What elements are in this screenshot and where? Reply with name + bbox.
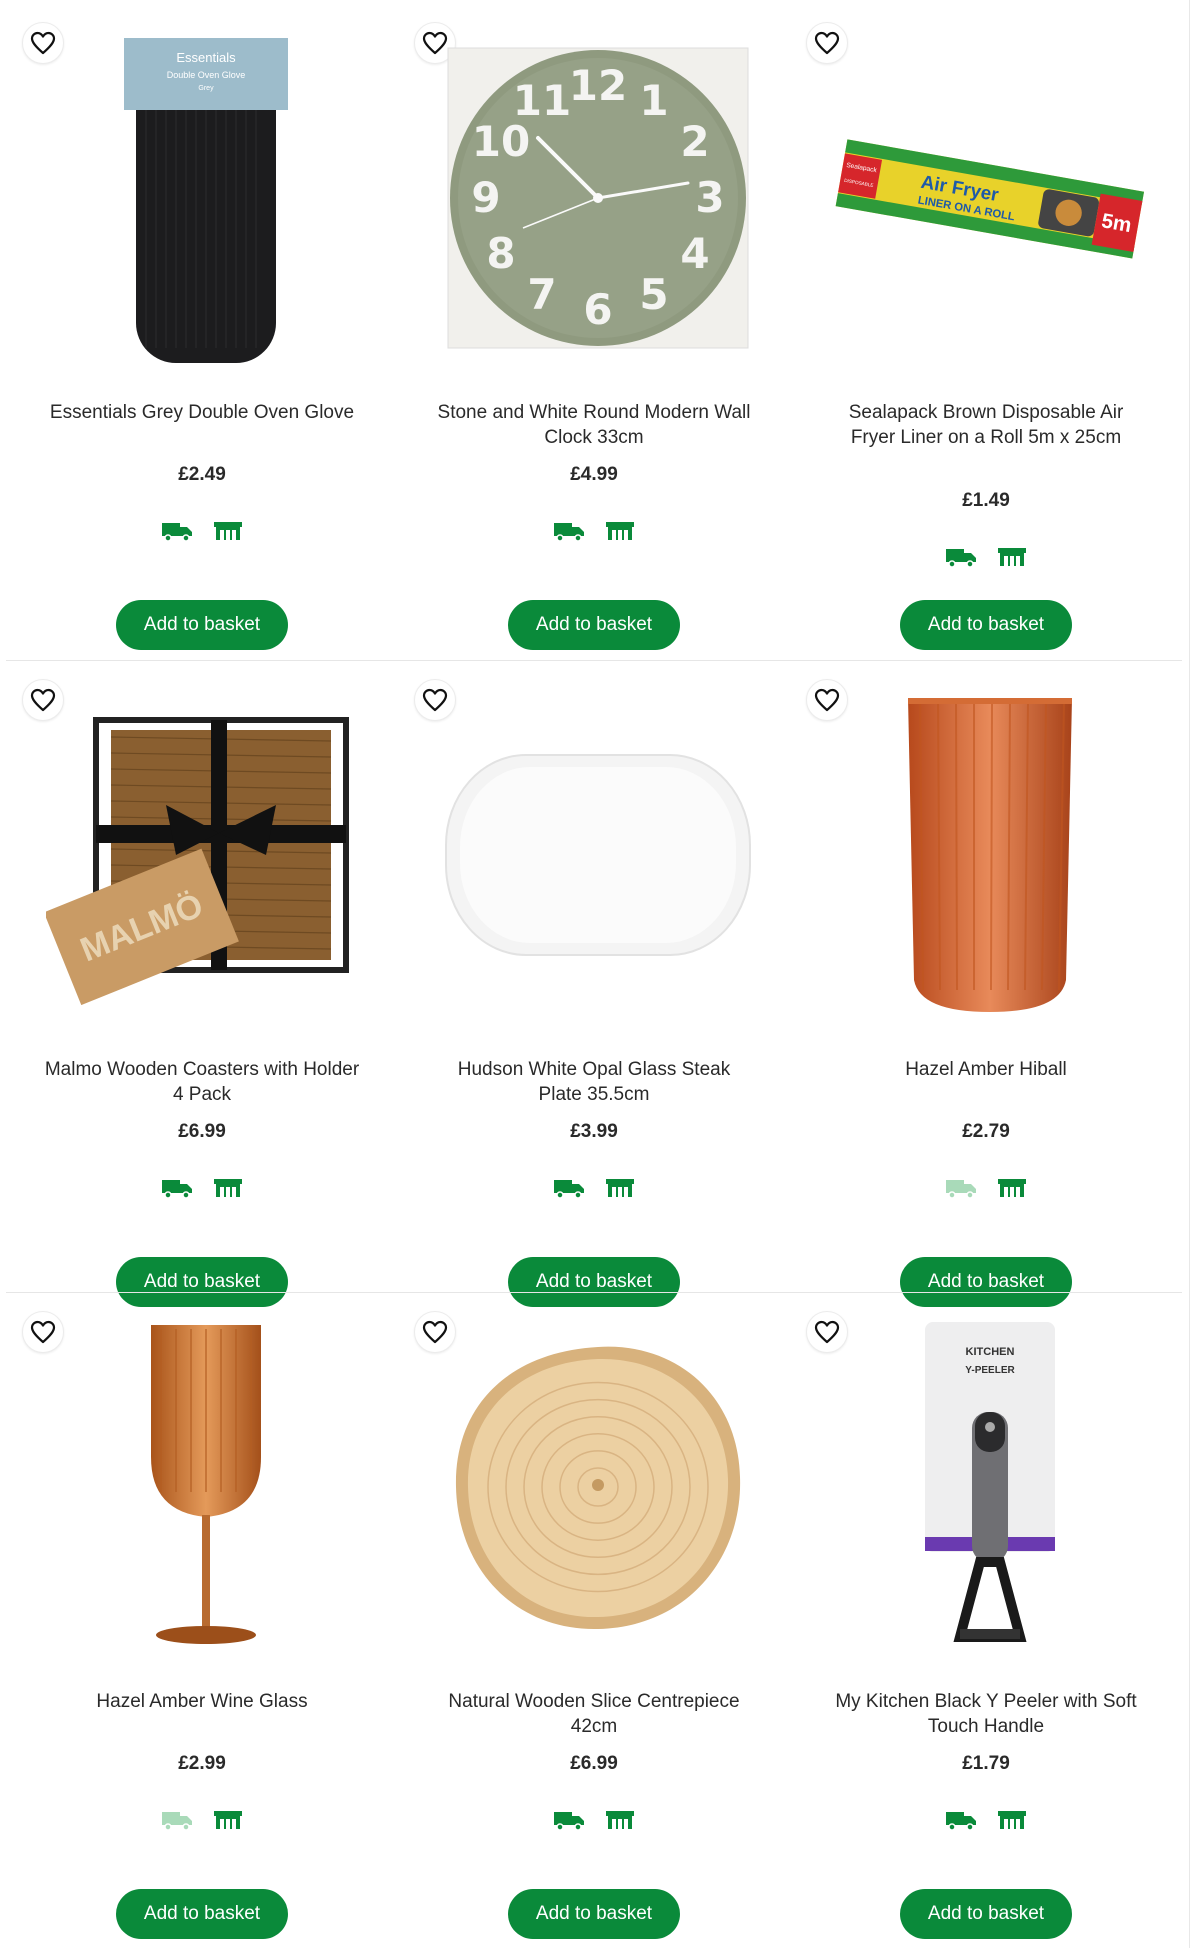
product-card[interactable]: Natural Wooden Slice Centrepiece 42cm £6.…	[398, 1297, 790, 1939]
product-title[interactable]: Hazel Amber Wine Glass	[42, 1689, 362, 1714]
add-to-basket-button[interactable]: Add to basket	[116, 600, 288, 650]
product-price: £4.99	[570, 464, 618, 485]
add-to-basket-button[interactable]: Add to basket	[900, 1889, 1072, 1939]
product-title[interactable]: Natural Wooden Slice Centrepiece 42cm	[434, 1689, 754, 1739]
product-title[interactable]: Malmo Wooden Coasters with Holder 4 Pack	[42, 1057, 362, 1107]
store-collection-icon	[605, 1177, 635, 1199]
product-row: Hazel Amber Wine Glass £2.99 Add to basket…	[6, 1297, 1182, 1939]
svg-text:11: 11	[513, 76, 571, 125]
store-collection-icon	[605, 520, 635, 542]
product-card[interactable]: Hazel Amber Wine Glass £2.99 Add to basket	[6, 1297, 398, 1939]
fulfilment-icons	[398, 520, 790, 542]
peeler-brand-text: KITCHEN	[966, 1346, 1015, 1358]
product-title[interactable]: Stone and White Round Modern Wall Clock …	[434, 400, 754, 450]
store-collection-icon	[997, 546, 1027, 568]
product-title[interactable]: My Kitchen Black Y Peeler with Soft Touc…	[826, 1689, 1146, 1739]
store-collection-icon	[605, 1809, 635, 1831]
svg-text:Grey: Grey	[198, 85, 214, 92]
product-card[interactable]: Hazel Amber Hiball £2.79 Add to basket	[790, 665, 1182, 1307]
product-row: Essentials Double Oven Glove Grey Essential…	[6, 8, 1182, 650]
product-price: £1.49	[962, 490, 1010, 511]
svg-text:1: 1	[639, 76, 668, 125]
product-price: £2.49	[178, 464, 226, 485]
add-to-basket-button[interactable]: Add to basket	[900, 600, 1072, 650]
fulfilment-icons	[790, 546, 1182, 568]
fulfilment-icons	[790, 1177, 1182, 1199]
product-price: £6.99	[570, 1753, 618, 1774]
product-title[interactable]: Hudson White Opal Glass Steak Plate 35.5…	[434, 1057, 754, 1107]
home-delivery-icon	[553, 520, 585, 542]
product-price: £6.99	[178, 1121, 226, 1142]
svg-text:Y-PEELER: Y-PEELER	[965, 1365, 1015, 1376]
home-delivery-icon	[945, 546, 977, 568]
product-image-wooden-slice[interactable]	[438, 1317, 758, 1657]
product-card[interactable]: MALMÖ Malmo Wooden Coasters with Holder 4…	[6, 665, 398, 1307]
product-row: MALMÖ Malmo Wooden Coasters with Holder 4…	[6, 665, 1182, 1307]
page-edge	[1189, 0, 1200, 1948]
home-delivery-icon	[945, 1177, 977, 1199]
store-collection-icon	[213, 520, 243, 542]
product-image-coasters[interactable]: MALMÖ	[46, 685, 366, 1025]
svg-text:7: 7	[527, 270, 556, 319]
product-price: £3.99	[570, 1121, 618, 1142]
svg-text:12: 12	[569, 61, 627, 110]
home-delivery-icon	[161, 520, 193, 542]
product-image-wall-clock[interactable]: 12 1 2 3 4 5 6 7 8 9 10 11	[438, 28, 758, 368]
product-title[interactable]: Essentials Grey Double Oven Glove	[42, 400, 362, 425]
product-image-air-fryer-liner[interactable]: Sealapack DISPOSABLE Air Fryer LINER ON A R…	[830, 28, 1150, 368]
product-image-oven-glove[interactable]: Essentials Double Oven Glove Grey	[46, 28, 366, 368]
add-to-basket-button[interactable]: Add to basket	[508, 600, 680, 650]
svg-text:3: 3	[695, 173, 724, 222]
fulfilment-icons	[398, 1177, 790, 1199]
fulfilment-icons	[790, 1809, 1182, 1831]
row-divider	[6, 660, 1182, 661]
product-title[interactable]: Sealapack Brown Disposable Air Fryer Lin…	[826, 400, 1146, 450]
home-delivery-icon	[553, 1177, 585, 1199]
store-collection-icon	[213, 1177, 243, 1199]
home-delivery-icon	[161, 1809, 193, 1831]
product-price: £2.79	[962, 1121, 1010, 1142]
store-collection-icon	[997, 1809, 1027, 1831]
product-image-hiball-glass[interactable]	[830, 685, 1150, 1025]
svg-text:5: 5	[639, 270, 668, 319]
product-card[interactable]: Hudson White Opal Glass Steak Plate 35.5…	[398, 665, 790, 1307]
product-title[interactable]: Hazel Amber Hiball	[826, 1057, 1146, 1082]
svg-text:9: 9	[471, 173, 500, 222]
fulfilment-icons	[398, 1809, 790, 1831]
add-to-basket-button[interactable]: Add to basket	[116, 1889, 288, 1939]
svg-text:2: 2	[680, 117, 709, 166]
store-collection-icon	[997, 1177, 1027, 1199]
svg-text:4: 4	[680, 229, 709, 278]
product-price: £1.79	[962, 1753, 1010, 1774]
product-image-wine-glass[interactable]	[46, 1317, 366, 1657]
product-image-steak-plate[interactable]	[438, 685, 758, 1025]
glove-brand-text: Essentials	[176, 50, 236, 65]
product-image-y-peeler[interactable]: KITCHEN Y-PEELER	[830, 1317, 1150, 1657]
svg-text:Double Oven Glove: Double Oven Glove	[167, 70, 246, 80]
product-card[interactable]: 12 1 2 3 4 5 6 7 8 9 10 11 Stone and White Round Mod…	[398, 8, 790, 650]
home-delivery-icon	[553, 1809, 585, 1831]
product-card[interactable]: Sealapack DISPOSABLE Air Fryer LINER ON A R…	[790, 8, 1182, 650]
store-collection-icon	[213, 1809, 243, 1831]
row-divider	[6, 1292, 1182, 1293]
home-delivery-icon	[945, 1809, 977, 1831]
add-to-basket-button[interactable]: Add to basket	[508, 1889, 680, 1939]
home-delivery-icon	[161, 1177, 193, 1199]
product-price: £2.99	[178, 1753, 226, 1774]
svg-text:6: 6	[583, 285, 612, 334]
svg-text:8: 8	[486, 229, 515, 278]
fulfilment-icons	[6, 1177, 398, 1199]
fulfilment-icons	[6, 1809, 398, 1831]
fulfilment-icons	[6, 520, 398, 542]
product-card[interactable]: KITCHEN Y-PEELER My Kitchen Black Y Peeler…	[790, 1297, 1182, 1939]
product-card[interactable]: Essentials Double Oven Glove Grey Essential…	[6, 8, 398, 650]
